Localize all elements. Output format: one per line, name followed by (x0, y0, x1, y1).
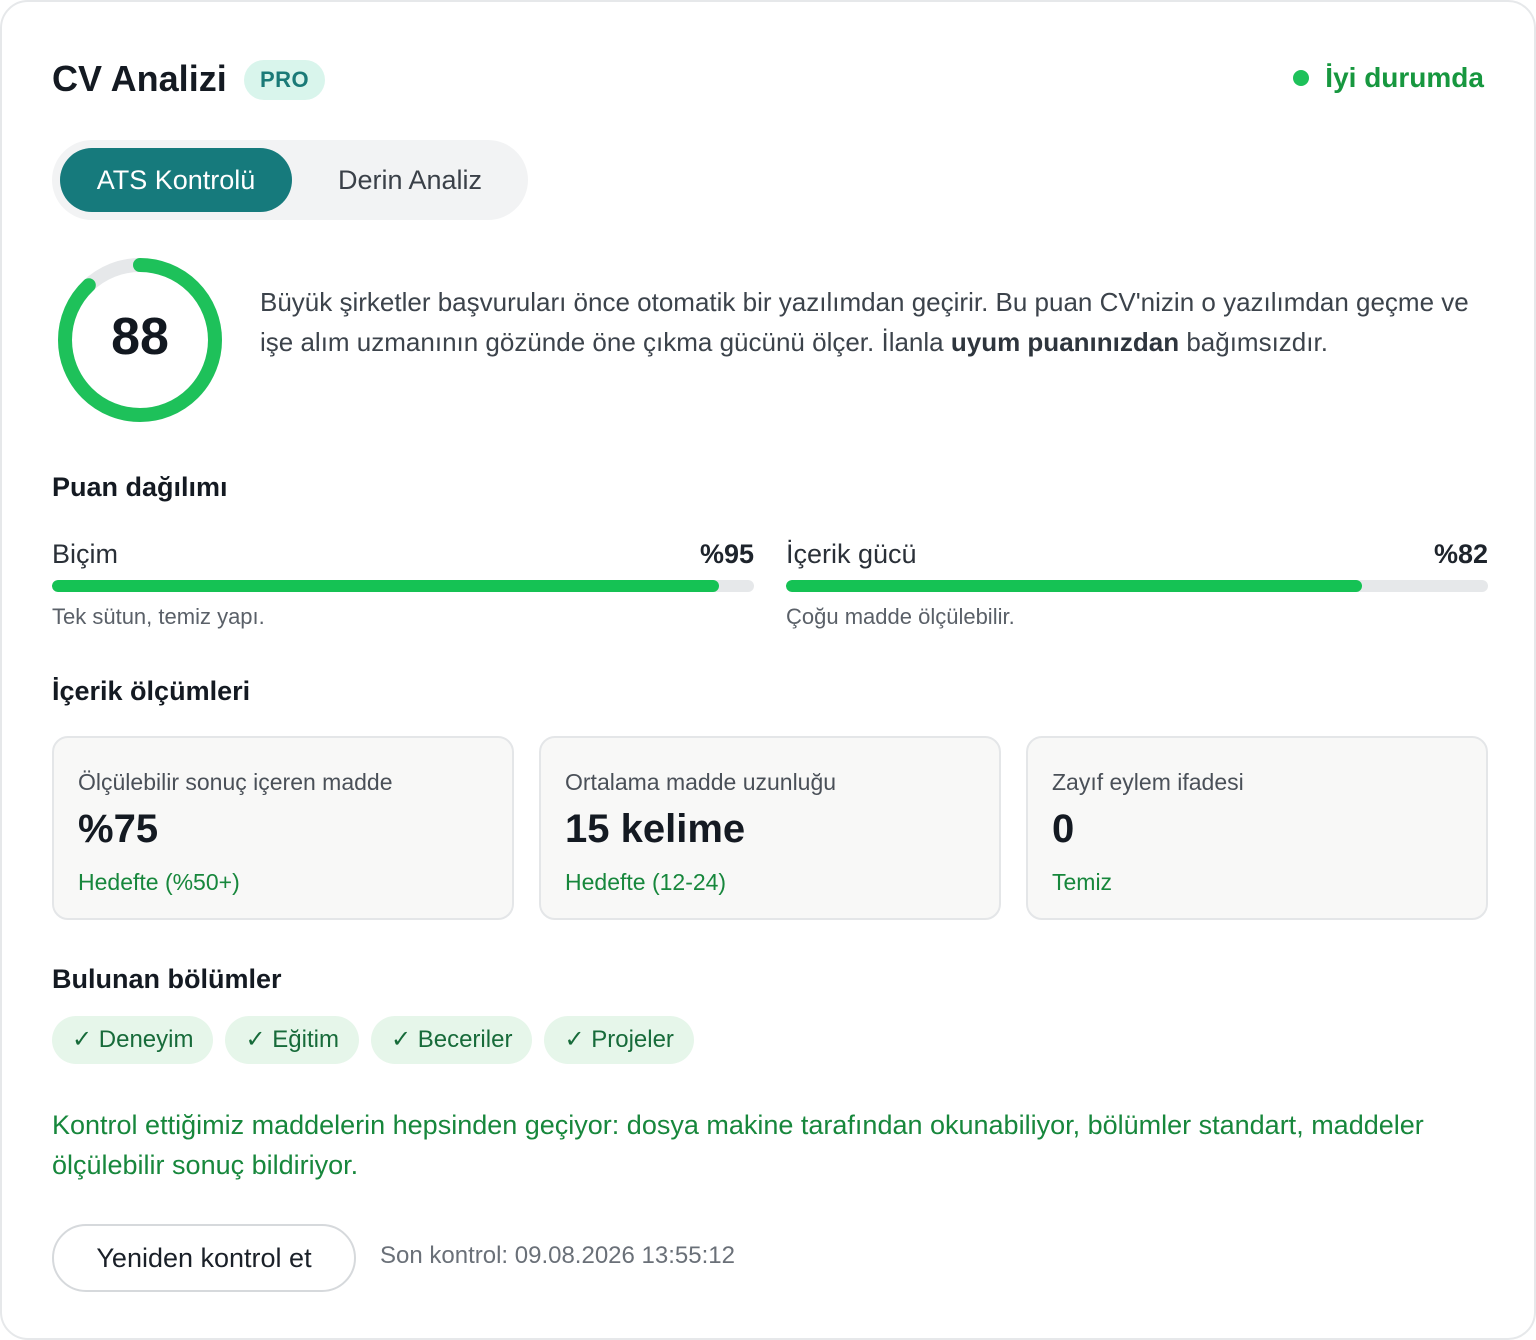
score-description: Büyük şirketler başvuruları önce otomati… (260, 282, 1490, 362)
status-indicator: İyi durumda (1293, 62, 1484, 94)
measurement-status: Temiz (1052, 869, 1113, 895)
measurement-value: 15 kelime (565, 807, 746, 851)
distribution-title: Puan dağılımı (52, 472, 228, 502)
measurement-label: Zayıf eylem ifadesi (1052, 769, 1244, 795)
progress-fill (786, 580, 1362, 592)
score-description-emphasis: uyum puanınızdan (950, 327, 1180, 357)
pro-badge: PRO (244, 60, 326, 100)
tab-ats-check[interactable]: ATS Kontrolü (60, 148, 292, 212)
tab-bar: ATS Kontrolü Derin Analiz (52, 140, 528, 220)
measurement-status: Hedefte (%50+) (78, 869, 240, 895)
section-chips: ✓ Deneyim ✓ Eğitim ✓ Beceriler ✓ Projele… (52, 1016, 694, 1064)
metric-note: Çoğu madde ölçülebilir. (786, 604, 1015, 629)
measurement-value: 0 (1052, 807, 1075, 851)
section-chip-experience: ✓ Deneyim (52, 1016, 214, 1064)
measurement-card-quantified: Ölçülebilir sonuç içeren madde %75 Hedef… (52, 736, 514, 920)
score-value: 88 (111, 308, 169, 366)
cv-analysis-card: CV Analizi PRO İyi durumda ATS Kontrolü … (0, 0, 1536, 1340)
metric-label: İçerik gücü (786, 539, 917, 569)
progress-track (786, 580, 1488, 592)
score-description-tail: bağımsızdır. (1179, 327, 1328, 357)
measurement-status: Hedefte (12-24) (565, 869, 727, 895)
sections-title: Bulunan bölümler (52, 964, 282, 994)
progress-track (52, 580, 754, 592)
metric-label: Biçim (52, 539, 118, 569)
last-check-timestamp: Son kontrol: 09.08.2026 13:55:12 (380, 1242, 735, 1269)
section-chip-projects: ✓ Projeler (544, 1016, 694, 1064)
measurement-value: %75 (78, 807, 159, 851)
metric-format: Biçim %95 Tek sütun, temiz yapı. (52, 534, 754, 630)
status-dot-icon (1293, 70, 1310, 86)
measurement-label: Ölçülebilir sonuç içeren madde (78, 769, 393, 795)
measurement-card-length: Ortalama madde uzunluğu 15 kelime Hedeft… (539, 736, 1001, 920)
tab-deep-analysis[interactable]: Derin Analiz (300, 148, 520, 212)
section-chip-education: ✓ Eğitim (225, 1016, 359, 1064)
metric-note: Tek sütun, temiz yapı. (52, 604, 265, 629)
page-title: CV Analizi (52, 58, 227, 99)
status-text: İyi durumda (1325, 62, 1484, 93)
progress-fill (52, 580, 719, 592)
measurements-title: İçerik ölçümleri (52, 676, 251, 706)
summary-text: Kontrol ettiğimiz maddelerin hepsinden g… (52, 1110, 1424, 1180)
measurement-label: Ortalama madde uzunluğu (565, 769, 837, 795)
metric-content-strength: İçerik gücü %82 Çoğu madde ölçülebilir. (786, 534, 1488, 630)
measurement-card-weak-verbs: Zayıf eylem ifadesi 0 Temiz (1026, 736, 1488, 920)
recheck-button[interactable]: Yeniden kontrol et (52, 1224, 356, 1292)
metric-value: %82 (1433, 539, 1488, 569)
section-chip-skills: ✓ Beceriler (370, 1016, 533, 1064)
metric-value: %95 (699, 539, 754, 569)
